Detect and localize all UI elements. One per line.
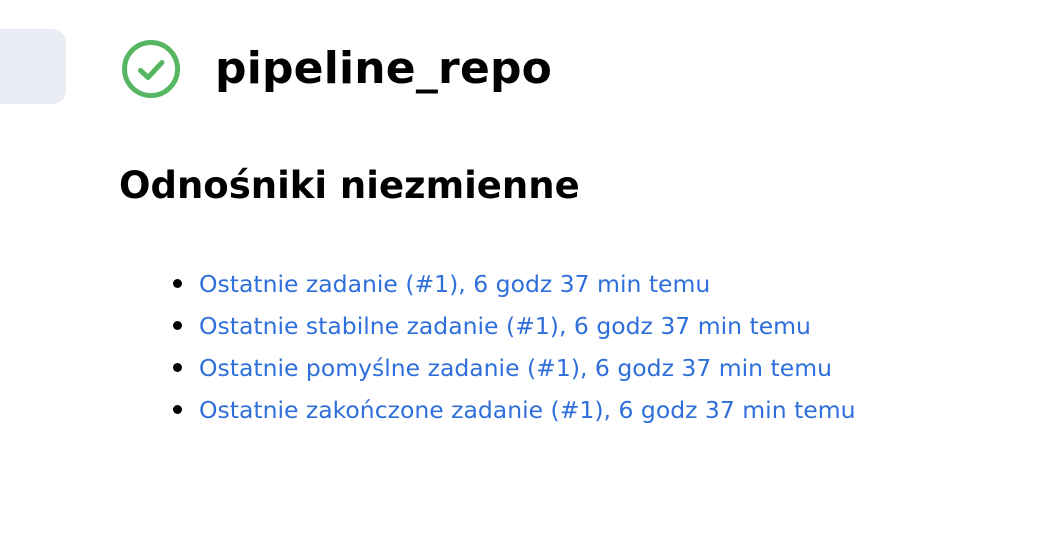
permalink-last-completed-build: Ostatnie zakończone zadanie (#1), 6 godz…	[173, 389, 856, 431]
permalinks-heading: Odnośniki niezmienne	[119, 164, 580, 207]
permalinks-list: Ostatnie zadanie (#1), 6 godz 37 min tem…	[173, 263, 856, 431]
last-successful-build-link[interactable]: Ostatnie pomyślne zadanie (#1), 6 godz 3…	[199, 354, 832, 382]
last-completed-build-link[interactable]: Ostatnie zakończone zadanie (#1), 6 godz…	[199, 396, 856, 424]
job-title: pipeline_repo	[215, 43, 553, 94]
permalink-last-stable-build: Ostatnie stabilne zadanie (#1), 6 godz 3…	[173, 305, 856, 347]
side-panel-tab[interactable]	[0, 29, 66, 104]
permalink-last-build: Ostatnie zadanie (#1), 6 godz 37 min tem…	[173, 263, 856, 305]
list-bullet	[173, 321, 182, 330]
check-circle-icon	[121, 39, 181, 99]
permalink-last-successful-build: Ostatnie pomyślne zadanie (#1), 6 godz 3…	[173, 347, 856, 389]
last-stable-build-link[interactable]: Ostatnie stabilne zadanie (#1), 6 godz 3…	[199, 312, 811, 340]
list-bullet	[173, 279, 182, 288]
last-build-link[interactable]: Ostatnie zadanie (#1), 6 godz 37 min tem…	[199, 270, 710, 298]
list-bullet	[173, 405, 182, 414]
job-page: pipeline_repo Odnośniki niezmienne Ostat…	[0, 0, 1040, 558]
list-bullet	[173, 363, 182, 372]
